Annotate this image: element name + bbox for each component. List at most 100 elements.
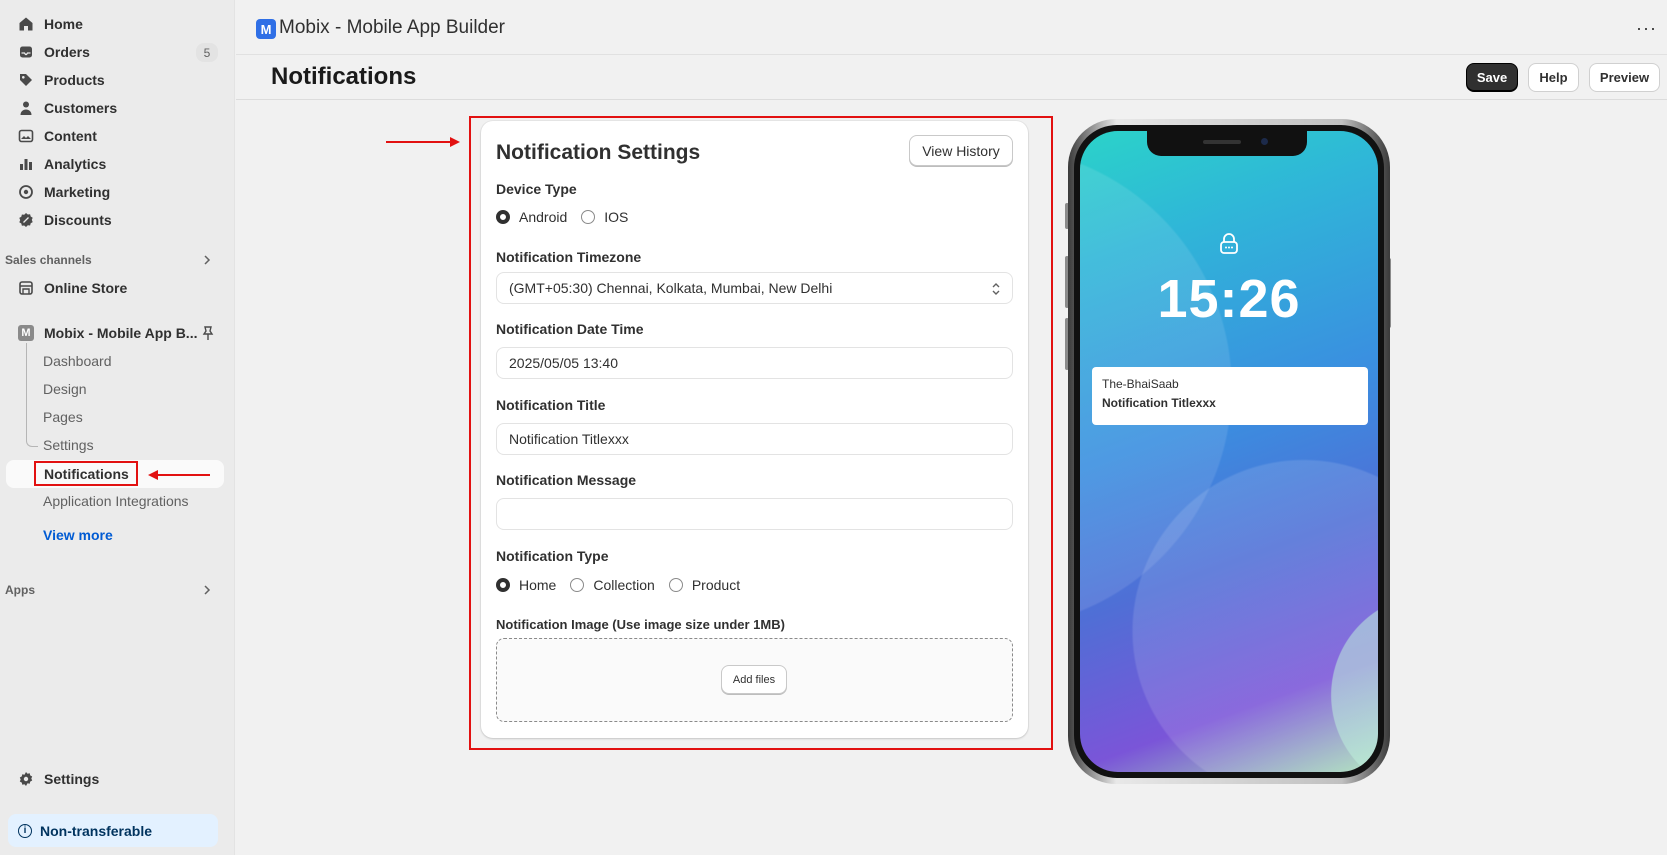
pin-icon[interactable] xyxy=(200,325,216,341)
nav-orders-label: Orders xyxy=(44,44,90,60)
target-icon xyxy=(18,184,34,200)
info-icon: i xyxy=(18,823,32,838)
non-transferable-label: Non-transferable xyxy=(40,822,153,839)
radio-ios[interactable]: IOS xyxy=(581,209,628,225)
app-title: Mobix - Mobile App Builder xyxy=(279,17,505,38)
view-more-link[interactable]: View more xyxy=(43,527,113,543)
annotation-arrow-right xyxy=(386,137,460,147)
nav-customers[interactable]: Customers xyxy=(6,94,224,122)
image-icon xyxy=(18,128,34,144)
nav-settings[interactable]: Settings xyxy=(6,765,224,793)
radio-product[interactable]: Product xyxy=(668,577,741,593)
image-dropzone[interactable]: Add files xyxy=(496,638,1013,722)
sales-channels-label: Sales channels xyxy=(5,253,92,267)
message-label: Notification Message xyxy=(496,472,637,488)
page-title: Notifications xyxy=(271,63,417,90)
radio-home[interactable]: Home xyxy=(496,577,556,593)
radio-collection[interactable]: Collection xyxy=(570,577,655,593)
nav-discounts-label: Discounts xyxy=(44,212,112,228)
nav-content[interactable]: Content xyxy=(6,122,224,150)
chevron-right-icon xyxy=(204,255,211,265)
nav-analytics-label: Analytics xyxy=(44,156,107,172)
nav-online-store-label: Online Store xyxy=(44,280,128,296)
nav-discounts[interactable]: Discounts xyxy=(6,206,224,234)
nav-home[interactable]: Home xyxy=(6,10,224,38)
save-button[interactable]: Save xyxy=(1466,63,1518,92)
sub-dashboard[interactable]: Dashboard xyxy=(43,350,112,372)
radio-product-label: Product xyxy=(691,577,741,593)
nav-customers-label: Customers xyxy=(44,100,118,116)
sub-notifications[interactable]: Notifications xyxy=(34,461,138,486)
phone-bezel: 15:26 The-BhaiSaab Notification Titlexxx xyxy=(1074,125,1384,778)
notification-app-name: The-BhaiSaab xyxy=(1102,377,1179,391)
store-icon xyxy=(18,280,34,296)
app-title-bar: M Mobix - Mobile App Builder ··· xyxy=(236,0,1667,55)
page-header: Notifications Save Help Preview xyxy=(236,56,1667,100)
nav-home-label: Home xyxy=(44,16,83,32)
person-icon xyxy=(18,100,34,116)
phone-preview: 15:26 The-BhaiSaab Notification Titlexxx xyxy=(1068,119,1390,784)
sidebar: Home Orders 5 Products Customers Content… xyxy=(0,0,235,855)
home-icon xyxy=(18,16,34,32)
non-transferable-banner[interactable]: i Non-transferable xyxy=(8,814,218,847)
radio-android-control[interactable] xyxy=(496,210,510,224)
card-title: Notification Settings xyxy=(496,141,701,164)
bar-chart-icon xyxy=(18,156,34,172)
title-input[interactable]: Notification Titlexxx xyxy=(496,423,1013,455)
sub-design[interactable]: Design xyxy=(43,378,87,400)
radio-product-control[interactable] xyxy=(668,578,683,592)
radio-home-label: Home xyxy=(519,577,557,593)
timezone-select[interactable]: (GMT+05:30) Chennai, Kolkata, Mumbai, Ne… xyxy=(496,272,1013,304)
discount-icon xyxy=(18,212,34,228)
nav-marketing[interactable]: Marketing xyxy=(6,178,224,206)
datetime-input[interactable]: 2025/05/05 13:40 xyxy=(496,347,1013,379)
phone-speaker xyxy=(1203,140,1241,144)
image-label: Notification Image (Use image size under… xyxy=(496,617,785,632)
radio-collection-label: Collection xyxy=(593,577,655,593)
phone-screen: 15:26 The-BhaiSaab Notification Titlexxx xyxy=(1080,131,1378,772)
phone-notch xyxy=(1147,131,1307,156)
sub-settings[interactable]: Settings xyxy=(43,434,94,456)
chevron-right-icon xyxy=(204,585,211,595)
mobix-logo-icon: M xyxy=(256,19,276,39)
nav-online-store[interactable]: Online Store xyxy=(6,274,224,302)
device-type-label: Device Type xyxy=(496,181,577,197)
radio-ios-control[interactable] xyxy=(581,210,596,224)
radio-android-label: Android xyxy=(519,209,568,225)
lock-icon xyxy=(1220,233,1238,254)
app-mobix-label: Mobix - Mobile App B... xyxy=(44,325,198,341)
nav-products[interactable]: Products xyxy=(6,66,224,94)
sales-channels-header[interactable]: Sales channels xyxy=(5,250,223,270)
nav-orders[interactable]: Orders 5 xyxy=(6,38,224,66)
type-label: Notification Type xyxy=(496,548,609,564)
help-button[interactable]: Help xyxy=(1528,63,1579,92)
sub-application-integrations[interactable]: Application Integrations xyxy=(43,490,189,512)
select-updown-icon xyxy=(992,283,1000,295)
notification-preview: The-BhaiSaab Notification Titlexxx xyxy=(1092,367,1368,425)
nav-settings-label: Settings xyxy=(44,771,100,787)
message-input[interactable] xyxy=(496,498,1013,530)
app-mobix[interactable]: M Mobix - Mobile App B... xyxy=(6,319,224,347)
radio-home-control[interactable] xyxy=(496,578,510,592)
more-options-icon[interactable]: ··· xyxy=(1636,18,1657,39)
radio-android[interactable]: Android xyxy=(496,209,567,225)
apps-header[interactable]: Apps xyxy=(5,580,223,600)
radio-ios-label: IOS xyxy=(604,209,629,225)
inbox-icon xyxy=(18,44,34,60)
device-type-radio-group: Android IOS xyxy=(496,209,642,225)
nav-products-label: Products xyxy=(44,72,105,88)
view-history-button[interactable]: View History xyxy=(909,135,1013,166)
preview-button[interactable]: Preview xyxy=(1589,63,1660,92)
sub-pages[interactable]: Pages xyxy=(43,406,83,428)
annotation-arrow-left xyxy=(148,470,210,480)
nav-analytics[interactable]: Analytics xyxy=(6,150,224,178)
nav-tree-line xyxy=(26,343,38,447)
radio-collection-control[interactable] xyxy=(570,578,585,592)
datetime-label: Notification Date Time xyxy=(496,321,644,337)
add-files-button[interactable]: Add files xyxy=(721,665,787,694)
timezone-value: (GMT+05:30) Chennai, Kolkata, Mumbai, Ne… xyxy=(509,280,833,296)
notification-title-preview: Notification Titlexxx xyxy=(1102,396,1216,410)
title-label: Notification Title xyxy=(496,397,606,413)
tag-icon xyxy=(18,72,34,88)
phone-camera xyxy=(1261,138,1268,145)
